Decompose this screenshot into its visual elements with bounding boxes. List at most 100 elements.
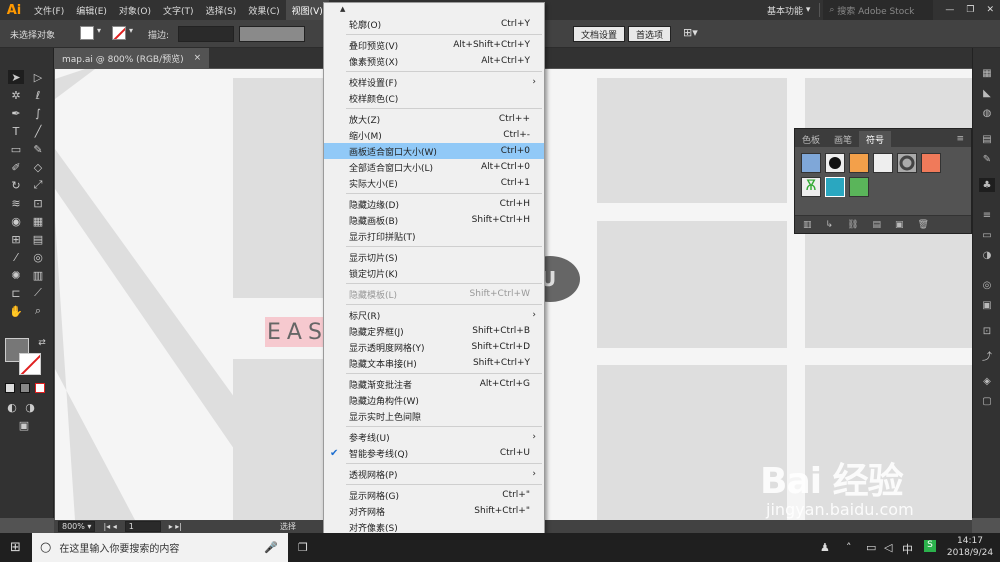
pen-tool-icon[interactable]: ✒ [8,106,24,120]
delete-symbol-icon[interactable]: 🗑 [918,220,929,230]
gradient-tool-icon[interactable]: ▤ [30,232,46,246]
gradient-mode-icon[interactable] [20,383,30,393]
menu-item-hide-edges[interactable]: 隐藏边缘(D) Ctrl+H [324,196,544,212]
column-graph-tool-icon[interactable]: ▥ [30,268,46,282]
menu-item-snap-to-grid[interactable]: 对齐网格 Shift+Ctrl+" [324,503,544,519]
line-tool-icon[interactable]: ╱ [30,124,46,138]
artboards-panel-icon[interactable]: ▢ [979,394,995,408]
stroke-panel-icon[interactable]: ≡ [979,208,995,222]
windows-start-icon[interactable]: ⊞ [10,540,21,555]
preferences-button[interactable]: 首选项 [628,26,672,42]
minimize-button[interactable]: — [939,0,960,20]
perspective-grid-tool-icon[interactable]: ▦ [30,214,46,228]
type-tool-icon[interactable]: T [8,124,24,138]
eraser-tool-icon[interactable]: ◇ [30,160,46,174]
graphic-styles-icon[interactable]: ▣ [979,298,995,312]
zoom-field[interactable]: 800% ▾ [58,521,96,532]
taskbar-clock[interactable]: 14:17 2018/9/24 [945,535,995,559]
screen-mode-icon[interactable]: ▣ [16,418,32,432]
menu-item-lock-slices[interactable]: 锁定切片(K) [324,265,544,281]
swap-colors-icon[interactable]: ⇄ [34,336,50,350]
curvature-tool-icon[interactable]: ∫ [30,106,46,120]
free-transform-tool-icon[interactable]: ⊡ [30,196,46,210]
symbol-swatch[interactable] [897,153,917,173]
menu-item-show-transparency-grid[interactable]: 显示透明度网格(Y) Shift+Ctrl+D [324,339,544,355]
artboard-tool-icon[interactable]: ⊏ [8,286,24,300]
people-icon[interactable]: ♟ [820,541,830,554]
menu-select[interactable]: 选择(S) [200,0,243,20]
taskbar-search-box[interactable]: ○ 在这里输入你要搜索的内容 🎤 [32,533,288,562]
eyedropper-tool-icon[interactable]: ⁄ [8,250,24,264]
volume-icon[interactable]: ◁ [884,541,892,554]
new-symbol-icon[interactable]: ▣ [895,220,904,230]
app-tray-icon[interactable]: S [924,540,936,552]
swatches-panel-icon[interactable]: ▤ [979,132,995,146]
menu-item-hide-bounding-box[interactable]: 隐藏定界框(J) Shift+Ctrl+B [324,323,544,339]
fill-swatch[interactable] [80,26,94,40]
layers-panel-icon[interactable]: ◈ [979,374,995,388]
map-label-text[interactable]: EAS [265,317,330,347]
menu-item-proof-setup[interactable]: 校样设置(F) › [324,74,544,90]
artboard-nav-next-icon[interactable]: ▸ ▸| [169,522,182,531]
symbol-sprayer-tool-icon[interactable]: ✺ [8,268,24,282]
ime-icon[interactable]: 中 [902,541,913,557]
menu-item-actual-size[interactable]: 实际大小(E) Ctrl+1 [324,175,544,191]
menu-item-fit-artboard[interactable]: 画板适合窗口大小(W) Ctrl+0 [324,143,544,159]
menu-item-show-print-tiling[interactable]: 显示打印拼贴(T) [324,228,544,244]
stroke-swatch[interactable] [112,26,126,40]
panel-menu-icon[interactable]: ≡ [949,131,971,147]
blend-tool-icon[interactable]: ◎ [30,250,46,264]
fill-chevron-icon[interactable]: ▾ [97,26,101,35]
symbol-swatch[interactable]: Ѫ [801,177,821,197]
width-tool-icon[interactable]: ≋ [8,196,24,210]
menu-item-hide-corner-widget[interactable]: 隐藏边角构件(W) [324,392,544,408]
workspace-switcher[interactable]: 基本功能 ▾ [761,0,816,20]
symbol-swatch[interactable] [873,153,893,173]
menu-item-pixel-preview[interactable]: 像素预览(X) Alt+Ctrl+Y [324,53,544,69]
menu-item-rulers[interactable]: 标尺(R) › [324,307,544,323]
rectangle-tool-icon[interactable]: ▭ [8,142,24,156]
stroke-color-box[interactable] [19,353,41,375]
tray-chevron-icon[interactable]: ˄ [846,541,852,554]
tab-brushes[interactable]: 画笔 [827,131,859,147]
shape-builder-tool-icon[interactable]: ◉ [8,214,24,228]
shaper-tool-icon[interactable]: ✐ [8,160,24,174]
menu-item-perspective-grid[interactable]: 透视网格(P) › [324,466,544,482]
menu-item-show-slices[interactable]: 显示切片(S) [324,249,544,265]
menu-item-zoom-in[interactable]: 放大(Z) Ctrl++ [324,111,544,127]
scroll-up-arrow-icon[interactable]: ▲ [340,5,345,13]
appearance-panel-icon[interactable]: ◎ [979,278,995,292]
restore-button[interactable]: ❐ [960,0,980,20]
lasso-tool-icon[interactable]: ℓ [30,88,46,102]
document-settings-button[interactable]: 文档设置 [573,26,626,42]
selection-tool-icon[interactable]: ➤ [8,70,24,84]
none-mode-icon[interactable] [35,383,45,393]
transparency-panel-icon[interactable]: ◑ [979,248,995,262]
menu-item-smart-guides[interactable]: ✔ 智能参考线(Q) Ctrl+U [324,445,544,461]
menu-item-guides[interactable]: 参考线(U) › [324,429,544,445]
microphone-icon[interactable]: 🎤 [264,541,278,554]
stock-search-input[interactable]: ⌕ 搜索 Adobe Stock [823,0,934,20]
scale-tool-icon[interactable]: ⤢ [30,178,46,192]
stroke-chevron-icon[interactable]: ▾ [129,26,133,35]
network-icon[interactable]: ▭ [866,541,876,554]
tab-swatches[interactable]: 色板 [795,131,827,147]
color-guide-icon[interactable]: ◣ [979,86,995,100]
menu-item-hide-text-threads[interactable]: 隐藏文本串接(H) Shift+Ctrl+Y [324,355,544,371]
magic-wand-tool-icon[interactable]: ✲ [8,88,24,102]
arrange-icon[interactable]: ⊞▾ [683,26,698,39]
variable-width-field[interactable] [239,26,305,42]
menu-item-outline[interactable]: 轮廓(O) Ctrl+Y [324,16,544,32]
menu-item-fit-all[interactable]: 全部适合窗口大小(L) Alt+Ctrl+0 [324,159,544,175]
menu-file[interactable]: 文件(F) [28,0,70,20]
close-window-button[interactable]: ✕ [980,0,1000,20]
symbol-options-icon[interactable]: ▤ [873,220,882,230]
tab-symbols[interactable]: 符号 [859,131,892,147]
rotate-tool-icon[interactable]: ↻ [8,178,24,192]
artboard-number-field[interactable]: 1 [124,521,161,532]
task-view-icon[interactable]: ❐ [298,541,308,554]
brushes-panel-icon[interactable]: ✎ [979,152,995,166]
draw-normal-icon[interactable]: ◐ [4,400,20,414]
menu-effect[interactable]: 效果(C) [242,0,285,20]
menu-item-hide-artboards[interactable]: 隐藏画板(B) Shift+Ctrl+H [324,212,544,228]
